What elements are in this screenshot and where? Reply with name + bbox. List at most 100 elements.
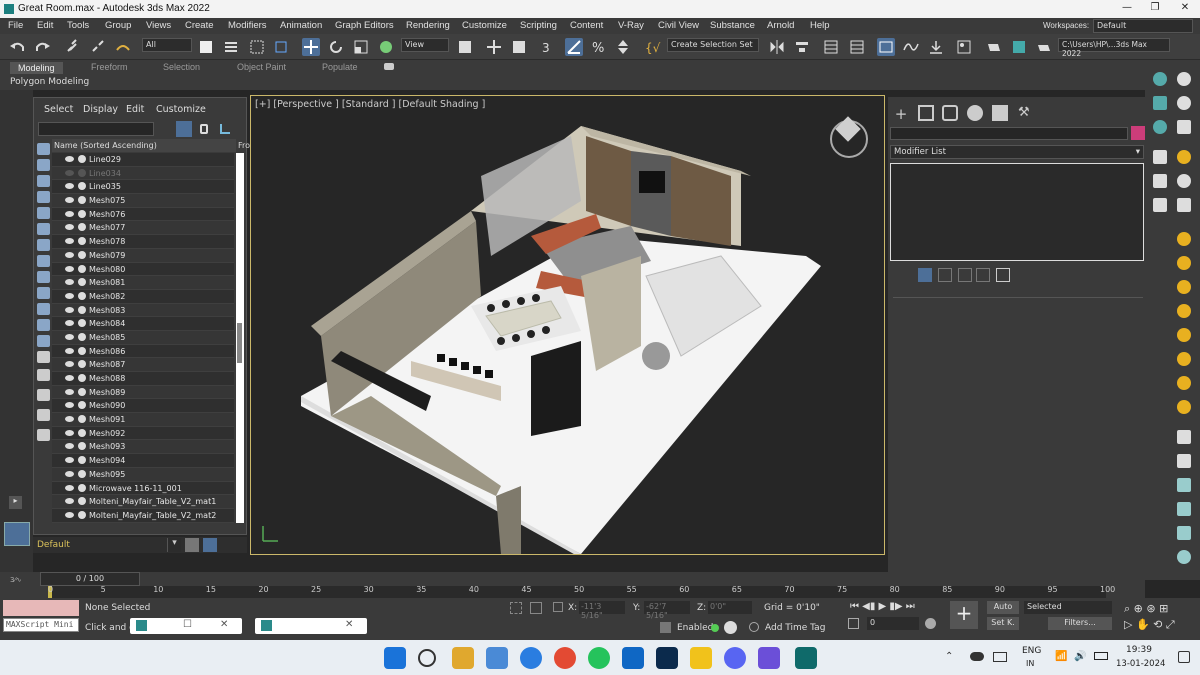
clock-date[interactable]: 13-01-2024: [1116, 659, 1165, 669]
scene-list-row[interactable]: Mesh088: [52, 372, 234, 386]
taskbar-preview-1[interactable]: ☐ ✕: [130, 618, 242, 634]
visibility-eye-icon[interactable]: [65, 388, 74, 395]
tool-icon-11[interactable]: [1153, 198, 1167, 212]
scene-list-row[interactable]: Line034: [52, 166, 234, 181]
visibility-eye-icon[interactable]: [65, 361, 74, 368]
menu-civil-view[interactable]: Civil View: [658, 20, 699, 31]
add-time-tag[interactable]: Add Time Tag: [765, 623, 825, 633]
key-mode-icon[interactable]: [848, 618, 859, 629]
menu-help[interactable]: Help: [810, 20, 830, 31]
create-tab-icon[interactable]: +: [893, 105, 909, 123]
visibility-eye-icon[interactable]: [65, 265, 74, 272]
freeze-dot-icon[interactable]: [78, 182, 86, 191]
x-coordinate-field[interactable]: -11'3 5/16": [579, 601, 625, 620]
playback-controls[interactable]: ⏮ ◀▮ ▶ ▮▶ ⏭: [850, 601, 915, 612]
display-xrefs-icon[interactable]: [37, 255, 50, 267]
freeze-dot-icon[interactable]: [78, 155, 86, 163]
clock-time[interactable]: 19:39: [1126, 645, 1152, 655]
edit-named-selection-icon[interactable]: {√: [644, 38, 662, 56]
display-none-icon[interactable]: [37, 351, 50, 363]
scene-list-row[interactable]: Molteni_Mayfair_Table_V2_mat2: [52, 508, 234, 523]
isolate-icon[interactable]: [724, 621, 737, 634]
freeze-dot-icon[interactable]: [78, 264, 86, 273]
ribbon-tab-selection[interactable]: Selection: [163, 62, 200, 72]
angle-snap-icon[interactable]: [565, 38, 583, 56]
pin-stack-icon[interactable]: [918, 268, 932, 282]
render-setup-icon[interactable]: [985, 38, 1003, 56]
place-icon[interactable]: [377, 38, 395, 56]
onedrive-icon[interactable]: [970, 652, 984, 661]
set-key-button[interactable]: Set K.: [987, 617, 1019, 630]
tool-icon-4[interactable]: [1177, 96, 1191, 110]
menu-rendering[interactable]: Rendering: [406, 20, 450, 31]
freeze-dot-icon[interactable]: [78, 237, 86, 246]
scene-list-row[interactable]: Mesh075: [52, 194, 234, 208]
lock-icon[interactable]: [200, 124, 208, 134]
select-children-icon[interactable]: [37, 389, 50, 401]
menu-create[interactable]: Create: [185, 20, 214, 31]
tool-icon-2[interactable]: [1177, 72, 1191, 86]
file-explorer-icon[interactable]: [452, 647, 474, 669]
visibility-eye-icon[interactable]: [65, 156, 74, 162]
maxscript-listener-pink[interactable]: [3, 600, 79, 616]
scene-list-row[interactable]: Mesh089: [52, 385, 234, 400]
display-geometry-icon[interactable]: [37, 143, 50, 155]
menu-animation[interactable]: Animation: [280, 20, 322, 31]
geometry-icon-3[interactable]: [1177, 502, 1191, 516]
remove-modifier-icon[interactable]: [976, 268, 990, 282]
light-icon-3[interactable]: [1177, 280, 1191, 294]
scene-list-row[interactable]: Mesh081: [52, 276, 234, 290]
hierarchy-tab-icon[interactable]: [942, 105, 958, 121]
display-shapes-icon[interactable]: [37, 159, 50, 171]
region-select-icon[interactable]: [248, 38, 266, 56]
light-icon-4[interactable]: [1177, 304, 1191, 318]
column-header-name[interactable]: Name (Sorted Ascending) Fro: [52, 139, 250, 152]
enabled-indicator[interactable]: [711, 624, 719, 632]
schematic-view-icon[interactable]: [927, 38, 945, 56]
scene-menu-select[interactable]: Select: [44, 104, 73, 115]
snaps-toggle-icon[interactable]: 3: [540, 38, 558, 56]
redo-icon[interactable]: [34, 38, 52, 56]
visibility-eye-icon[interactable]: [65, 347, 74, 354]
tool-icon-6[interactable]: [1177, 120, 1191, 134]
visibility-eye-icon[interactable]: [65, 498, 74, 505]
pivot-icon[interactable]: [456, 38, 474, 56]
time-tag-circle-icon[interactable]: [749, 622, 759, 632]
expand-arrow-icon[interactable]: ▸: [9, 496, 22, 509]
freeze-dot-icon[interactable]: [78, 415, 86, 424]
freeze-dot-icon[interactable]: [78, 168, 86, 177]
tool-icon-12[interactable]: [1177, 198, 1191, 212]
scene-list-row[interactable]: Mesh076: [52, 207, 234, 222]
3dsmax-taskbar-icon[interactable]: [795, 647, 817, 669]
scene-explorer-icon[interactable]: [822, 38, 840, 56]
keyboard-shortcut-icon[interactable]: [510, 38, 528, 56]
link-icon[interactable]: [64, 38, 82, 56]
freeze-dot-icon[interactable]: [78, 250, 86, 259]
display-bones-icon[interactable]: [37, 271, 50, 283]
scene-list-row[interactable]: Line029: [52, 153, 234, 167]
volume-icon[interactable]: 🔊: [1074, 651, 1086, 662]
sticky-notes-icon[interactable]: [690, 647, 712, 669]
visibility-eye-icon[interactable]: [65, 402, 74, 409]
scene-list-row[interactable]: Mesh095: [52, 467, 234, 482]
battery-icon[interactable]: [1094, 652, 1108, 660]
ribbon-tab-populate[interactable]: Populate: [322, 62, 358, 72]
visibility-eye-icon[interactable]: [65, 429, 74, 436]
freeze-dot-icon[interactable]: [78, 497, 86, 506]
align-icon[interactable]: [793, 38, 811, 56]
rotate-icon[interactable]: [327, 38, 345, 56]
undo-icon[interactable]: [8, 38, 26, 56]
object-name-field[interactable]: [890, 127, 1128, 140]
menu-arnold[interactable]: Arnold: [767, 20, 794, 31]
selection-filter-dropdown[interactable]: All: [142, 38, 192, 52]
layer-explorer-icon[interactable]: [848, 38, 866, 56]
freeze-dot-icon[interactable]: [78, 196, 86, 205]
freeze-dot-icon[interactable]: [78, 278, 86, 287]
light-icon-2[interactable]: [1177, 256, 1191, 270]
mirror-icon[interactable]: [768, 38, 786, 56]
filter-icon[interactable]: [176, 121, 192, 137]
menu-scripting[interactable]: Scripting: [520, 20, 557, 31]
modifier-stack[interactable]: [890, 163, 1144, 261]
current-layer[interactable]: Default: [37, 540, 70, 550]
menu-customize[interactable]: Customize: [462, 20, 507, 31]
